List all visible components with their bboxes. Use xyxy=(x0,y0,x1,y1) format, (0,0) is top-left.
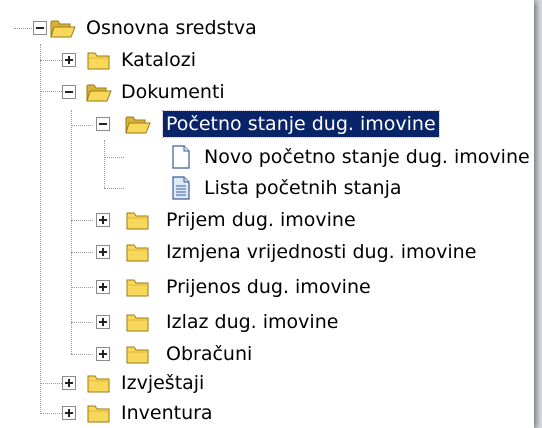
folder-icon xyxy=(125,240,151,264)
tree-view: Osnovna sredstva Katalozi Dokumenti Poče… xyxy=(0,0,534,428)
tree-node-izvjestaji[interactable]: Izvještaji xyxy=(0,367,534,399)
tree-node-label: Inventura xyxy=(121,402,213,424)
folder-icon xyxy=(125,342,151,366)
tree-node-label: Obračuni xyxy=(166,343,253,365)
tree-node-label: Izlaz dug. imovine xyxy=(166,311,339,333)
tree-node-izmjena[interactable]: Izmjena vrijednosti dug. imovine xyxy=(0,236,534,268)
folder-icon xyxy=(86,371,112,395)
expand-icon[interactable] xyxy=(96,315,110,329)
tree-node-label: Izvještaji xyxy=(121,372,205,394)
folder-icon xyxy=(86,401,112,425)
expand-icon[interactable] xyxy=(62,376,76,390)
folder-icon xyxy=(125,310,151,334)
list-document-icon xyxy=(168,175,194,200)
expand-icon[interactable] xyxy=(96,245,110,259)
tree-node-katalozi[interactable]: Katalozi xyxy=(0,44,534,76)
expand-icon[interactable] xyxy=(96,213,110,227)
expand-icon[interactable] xyxy=(96,280,110,294)
expand-icon[interactable] xyxy=(62,406,76,420)
tree-view-window: Osnovna sredstva Katalozi Dokumenti Poče… xyxy=(0,0,534,428)
tree-node-izlaz[interactable]: Izlaz dug. imovine xyxy=(0,306,534,338)
folder-open-icon xyxy=(50,16,76,40)
tree-node-lista-pocetnih-stanja[interactable]: Lista početnih stanja xyxy=(0,172,534,204)
new-document-icon xyxy=(168,144,194,169)
tree-node-label: Prijenos dug. imovine xyxy=(166,276,371,298)
tree-node-label-selected: Početno stanje dug. imovine xyxy=(162,110,440,138)
tree-node-label: Dokumenti xyxy=(121,81,225,103)
tree-node-label: Lista početnih stanja xyxy=(204,177,402,199)
tree-node-prijem[interactable]: Prijem dug. imovine xyxy=(0,204,534,236)
tree-node-pocetno-stanje[interactable]: Početno stanje dug. imovine xyxy=(0,108,534,140)
tree-node-inventura[interactable]: Inventura xyxy=(0,397,534,428)
tree-node-label: Novo početno stanje dug. imovine xyxy=(204,146,530,168)
tree-node-label: Izmjena vrijednosti dug. imovine xyxy=(166,241,477,263)
tree-node-label: Prijem dug. imovine xyxy=(166,209,356,231)
expand-icon[interactable] xyxy=(62,53,76,67)
tree-node-prijenos[interactable]: Prijenos dug. imovine xyxy=(0,271,534,303)
collapse-icon[interactable] xyxy=(96,117,110,131)
tree-node-novo-pocetno-stanje[interactable]: Novo početno stanje dug. imovine xyxy=(0,141,534,173)
collapse-icon[interactable] xyxy=(33,21,47,35)
tree-node-label: Katalozi xyxy=(121,49,197,71)
tree-node-dokumenti[interactable]: Dokumenti xyxy=(0,76,534,108)
tree-node-obracuni[interactable]: Obračuni xyxy=(0,338,534,370)
tree-node-osnovna-sredstva[interactable]: Osnovna sredstva xyxy=(0,12,534,44)
folder-open-icon xyxy=(125,112,151,136)
folder-icon xyxy=(86,48,112,72)
expand-icon[interactable] xyxy=(96,347,110,361)
folder-icon xyxy=(125,208,151,232)
folder-open-icon xyxy=(86,80,112,104)
folder-icon xyxy=(125,275,151,299)
collapse-icon[interactable] xyxy=(62,85,76,99)
tree-node-label: Osnovna sredstva xyxy=(86,17,257,39)
